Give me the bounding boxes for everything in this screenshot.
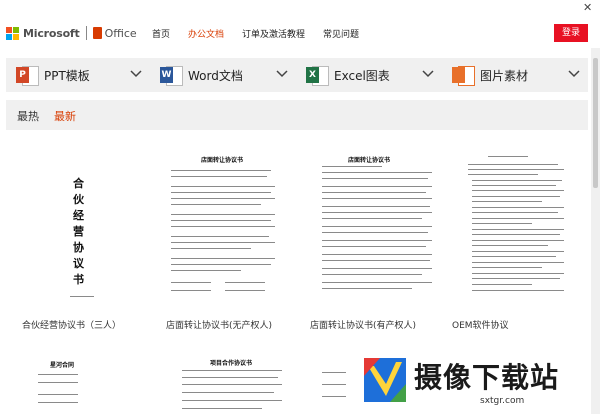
word-icon: W [160, 64, 183, 86]
chevron-down-icon[interactable] [422, 68, 434, 80]
site-header: Microsoft Office 首页 办公文档 订单及激活教程 常见问题 登录 [0, 18, 600, 48]
doc-cover-title: 项目合作协议书 [210, 360, 253, 367]
doc-title[interactable]: 合伙经营协议书（三人） [22, 318, 121, 331]
sort-bar: 最热 最新 [6, 100, 588, 130]
doc-thumbnail[interactable]: 店面转让协议书 [318, 152, 438, 297]
category-label: PPT模板 [44, 68, 90, 83]
watermark-logo-icon [364, 358, 406, 402]
doc-title[interactable]: 店面转让协议书(无产权人) [166, 318, 272, 331]
nav-order-tutorial[interactable]: 订单及激活教程 [242, 27, 305, 40]
chevron-down-icon[interactable] [130, 68, 142, 80]
window-title-bar: ✕ [0, 0, 600, 18]
nav-faq[interactable]: 常见问题 [323, 27, 359, 40]
microsoft-office-logo[interactable]: Microsoft Office [6, 25, 137, 41]
chevron-down-icon[interactable] [568, 68, 580, 80]
doc-thumbnail[interactable]: 合伙经营协议书 [18, 156, 138, 301]
doc-title[interactable]: 店面转让协议书(有产权人) [310, 318, 416, 331]
doc-title[interactable]: OEM软件协议 [452, 318, 509, 331]
brand-name: Microsoft [23, 26, 80, 40]
doc-cover-title: 店面转让协议书 [201, 157, 244, 164]
office-icon [92, 27, 102, 39]
chevron-down-icon[interactable] [276, 68, 288, 80]
category-label: Word文档 [188, 68, 243, 83]
watermark: 摄像下载站 sxtgr.com [354, 348, 592, 412]
category-excel[interactable]: X Excel图表 [306, 58, 390, 92]
category-ppt[interactable]: P PPT模板 [16, 58, 90, 92]
nav-office-docs[interactable]: 办公文档 [188, 27, 224, 40]
category-label: Excel图表 [334, 68, 390, 83]
doc-thumbnail[interactable] [320, 364, 350, 414]
sort-newest[interactable]: 最新 [54, 108, 76, 124]
doc-thumbnail[interactable]: 店面转让协议书 [163, 152, 283, 297]
logo-divider [85, 26, 87, 40]
sort-hot[interactable]: 最热 [17, 108, 39, 124]
category-bar: P PPT模板 W Word文档 X Excel图表 图片素材 [6, 58, 588, 92]
close-icon[interactable]: ✕ [583, 2, 592, 14]
nav-home[interactable]: 首页 [152, 27, 170, 40]
excel-icon: X [306, 64, 329, 86]
login-button[interactable]: 登录 [554, 24, 588, 42]
doc-thumbnail[interactable]: 星河合同 [34, 350, 124, 414]
doc-cover-title: 星河合同 [50, 362, 75, 369]
doc-thumbnail[interactable]: 项目合作协议书 [178, 350, 288, 414]
doc-cover-title: 店面转让协议书 [348, 157, 391, 164]
powerpoint-icon: P [16, 64, 39, 86]
image-icon [452, 64, 475, 86]
watermark-url: sxtgr.com [480, 396, 525, 406]
doc-cover-title: 合伙经营协议书 [73, 177, 84, 286]
category-word[interactable]: W Word文档 [160, 58, 243, 92]
watermark-text: 摄像下载站 [414, 361, 560, 394]
doc-thumbnail[interactable] [466, 152, 586, 297]
category-label: 图片素材 [480, 68, 529, 83]
main-nav: 首页 办公文档 订单及激活教程 常见问题 [152, 27, 377, 40]
product-name: Office [104, 26, 137, 40]
category-images[interactable]: 图片素材 [452, 58, 528, 92]
microsoft-logo-icon [6, 26, 19, 40]
scrollbar-thumb[interactable] [593, 58, 598, 188]
